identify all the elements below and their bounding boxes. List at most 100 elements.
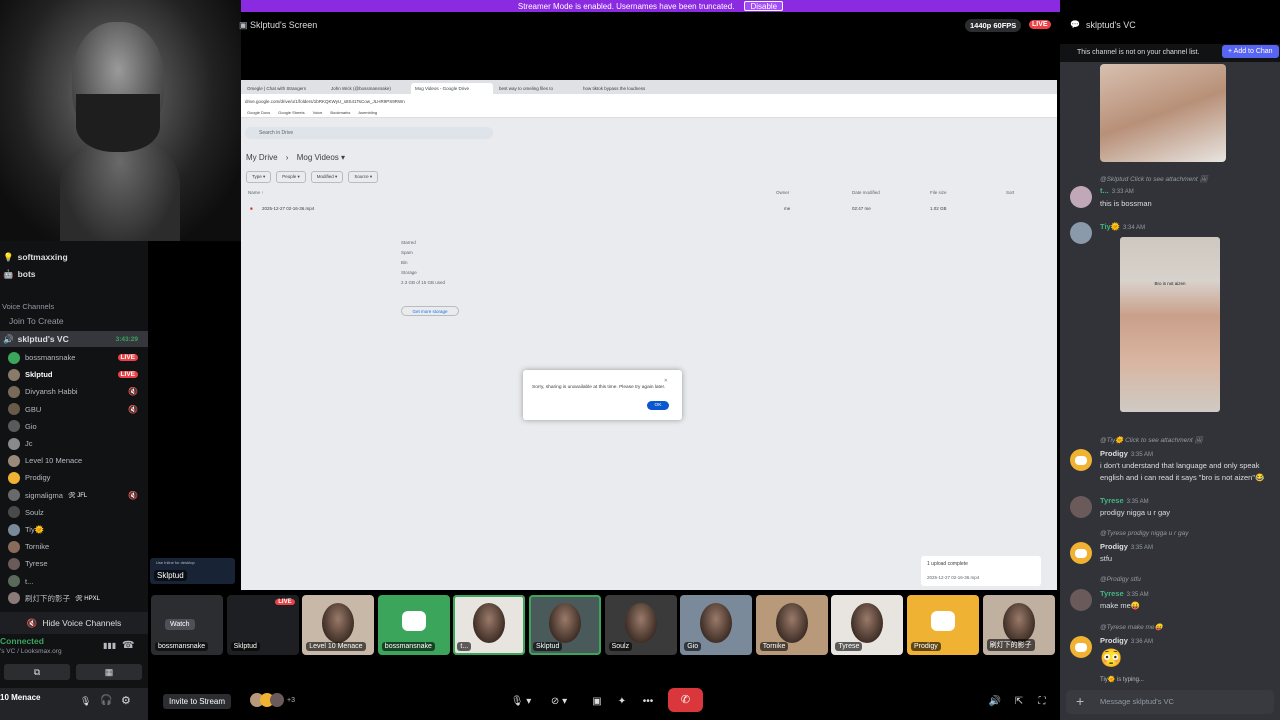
voice-user-row[interactable]: Soulz [0,504,148,521]
voice-user-row[interactable]: Tyrese [0,555,148,572]
shared-screen[interactable]: Omegle | Chat with Strangers John Wick (… [241,80,1057,590]
message-reply[interactable]: @Prodigy stfu [1100,576,1141,583]
drive-search[interactable]: Search in Drive [245,127,493,139]
voice-user-row[interactable]: sigmaligma 🛠 JFL 🔇 [0,487,148,504]
hide-voice-channels-button[interactable]: 🔇 Hide Voice Channels [0,612,148,634]
drive-nav-item[interactable]: Storage [401,268,445,278]
address-bar[interactable]: drive.google.com/drive/u/1/folders/1bRKQ… [241,94,1057,108]
voice-user-row[interactable]: 刷灯下的影子 🛠 HPXL [0,590,148,607]
text-channel-softmaxxing[interactable]: 💡 softmaxxing [0,249,148,265]
browser-tab-active[interactable]: Mog Videos - Google Drive [411,83,493,94]
bookmark[interactable]: Bookmarks [330,110,350,115]
close-icon[interactable]: ✕ [664,378,668,384]
col-size[interactable]: File size [930,190,947,195]
drive-nav-item[interactable]: Spam [401,248,445,258]
quality-badge[interactable]: 1440p 60FPS [965,19,1022,32]
avatar[interactable] [1070,496,1092,518]
watch-stream-button[interactable]: Watch [165,619,195,630]
more-options-button[interactable]: ••• [639,690,657,712]
browser-tab[interactable]: Omegle | Chat with Strangers [243,83,325,94]
message-author[interactable]: Prodigy [1100,636,1128,645]
dialog-ok-button[interactable]: OK [647,401,669,410]
participant-tile[interactable]: Tornike [755,595,828,655]
participant-tile[interactable]: Sklptud [529,595,601,655]
voice-channel-sklptud[interactable]: 🔊 sklptud's VC 3:43:29 [0,331,148,347]
image-attachment[interactable]: Bro is not aizen [1120,237,1220,412]
participant-tile[interactable]: Prodigy [907,595,979,655]
activities-control-button[interactable]: ✦ [613,690,631,712]
settings-gear-icon[interactable]: ⚙ [121,694,131,707]
voice-user-row[interactable]: Prodigy [0,469,148,486]
message-author[interactable]: Tiy🌞 [1100,222,1120,231]
participant-tile[interactable]: LIVE Sklptud [226,595,299,655]
avatar[interactable] [1070,449,1092,471]
voice-user-row[interactable]: Sklptud LIVE [0,366,148,383]
col-sort[interactable]: Sort [1006,190,1014,195]
browser-tab[interactable]: how tiktok bypass the loudness [579,83,661,94]
message-author[interactable]: Prodigy [1100,449,1128,458]
add-attachment-icon[interactable]: + [1076,693,1084,709]
message-reply[interactable]: @Sklptud Click to see attachment 🖼 [1100,175,1208,183]
invite-to-stream-button[interactable]: Invite to Stream [163,694,232,709]
message-author[interactable]: Prodigy [1100,542,1128,551]
filter-chip-type[interactable]: Type ▾ [246,171,272,183]
voice-user-row[interactable]: Tiy🌞 [0,521,148,538]
avatar[interactable] [1070,186,1092,208]
voice-user-row[interactable]: Tornike [0,538,148,555]
message-input[interactable]: + Message sklptud's VC [1066,690,1274,714]
bookmark[interactable]: Google Sheets [278,110,304,115]
filter-chip-source[interactable]: Source ▾ [348,171,379,183]
add-to-channel-list-button[interactable]: + Add to Chan [1222,45,1279,58]
volume-button[interactable]: 🔊 [986,690,1004,712]
mic-toggle-button[interactable]: 🎙 ▾ [507,690,535,712]
breadcrumb-root[interactable]: My Drive [246,153,278,162]
browser-tab[interactable]: John Wick (@bossmansnake) [327,83,409,94]
voice-user-row[interactable]: Jc [0,435,148,452]
participant-tile[interactable]: 刷灯下的影子 [982,595,1055,655]
voice-user-row[interactable]: t... [0,573,148,590]
disable-button[interactable]: Disable [744,1,784,11]
text-channel-bots[interactable]: 🤖 bots [0,266,148,282]
message-author[interactable]: Tyrese [1100,496,1124,505]
voice-user-row[interactable]: GBU 🔇 [0,401,148,418]
participant-tile[interactable]: t... [453,595,526,655]
message-reply[interactable]: @Tiy🌞 Click to see attachment 🖼 [1100,436,1203,444]
avatar[interactable] [1070,589,1092,611]
voice-user-row[interactable]: Level 10 Menace [0,452,148,469]
message-reply[interactable]: @Tyrese make me😛 [1100,623,1163,631]
avatar[interactable] [1070,542,1092,564]
voice-category[interactable]: Voice Channels [2,302,54,311]
avatar[interactable] [1070,636,1092,658]
image-attachment[interactable] [1100,64,1226,162]
participant-avatars[interactable]: +3 [250,693,295,707]
voice-user-row[interactable]: Gio [0,418,148,435]
drive-nav-item[interactable]: Bin [401,258,445,268]
bookmark[interactable]: Google Docs [247,110,270,115]
message-author[interactable]: t... [1100,186,1109,195]
disconnect-icon[interactable]: ☎ [122,640,134,651]
browser-tab[interactable]: best way to omeling files to [495,83,577,94]
voice-user-row[interactable]: bossmansnake LIVE [0,349,148,366]
filter-chip-modified[interactable]: Modified ▾ [310,171,344,183]
activities-button[interactable]: ▦ [76,664,142,680]
share-screen-button[interactable]: ▣ [588,690,606,712]
voice-user-row[interactable]: Divyansh Habbi 🔇 [0,383,148,400]
participant-tile[interactable]: Level 10 Menace [302,595,375,655]
join-to-create-channel[interactable]: Join To Create [0,313,148,329]
col-modified[interactable]: Date modified [852,190,880,195]
bookmark[interactable]: Voice [313,110,323,115]
camera-toggle-button[interactable]: ⊘ ▾ [544,690,574,712]
message-reply[interactable]: @Tyrese prodigy nigga u r gay [1100,530,1189,537]
message-author[interactable]: Tyrese [1100,589,1124,598]
get-storage-button[interactable]: Get more storage [401,306,459,316]
participant-tile[interactable]: bossmansnake [377,595,450,655]
participant-tile[interactable]: Gio [680,595,753,655]
col-name[interactable]: Name ↑ [248,190,264,195]
popout-button[interactable]: ⇱ [1010,690,1028,712]
participant-tile[interactable]: Tyrese [831,595,904,655]
breadcrumb-folder[interactable]: Mog Videos ▾ [297,153,345,162]
fullscreen-button[interactable]: ⛶ [1033,690,1051,712]
headphones-icon[interactable]: 🎧 [100,695,112,706]
leave-call-button[interactable]: ✆ [668,688,703,712]
drive-nav-item[interactable]: Starred [401,238,445,248]
